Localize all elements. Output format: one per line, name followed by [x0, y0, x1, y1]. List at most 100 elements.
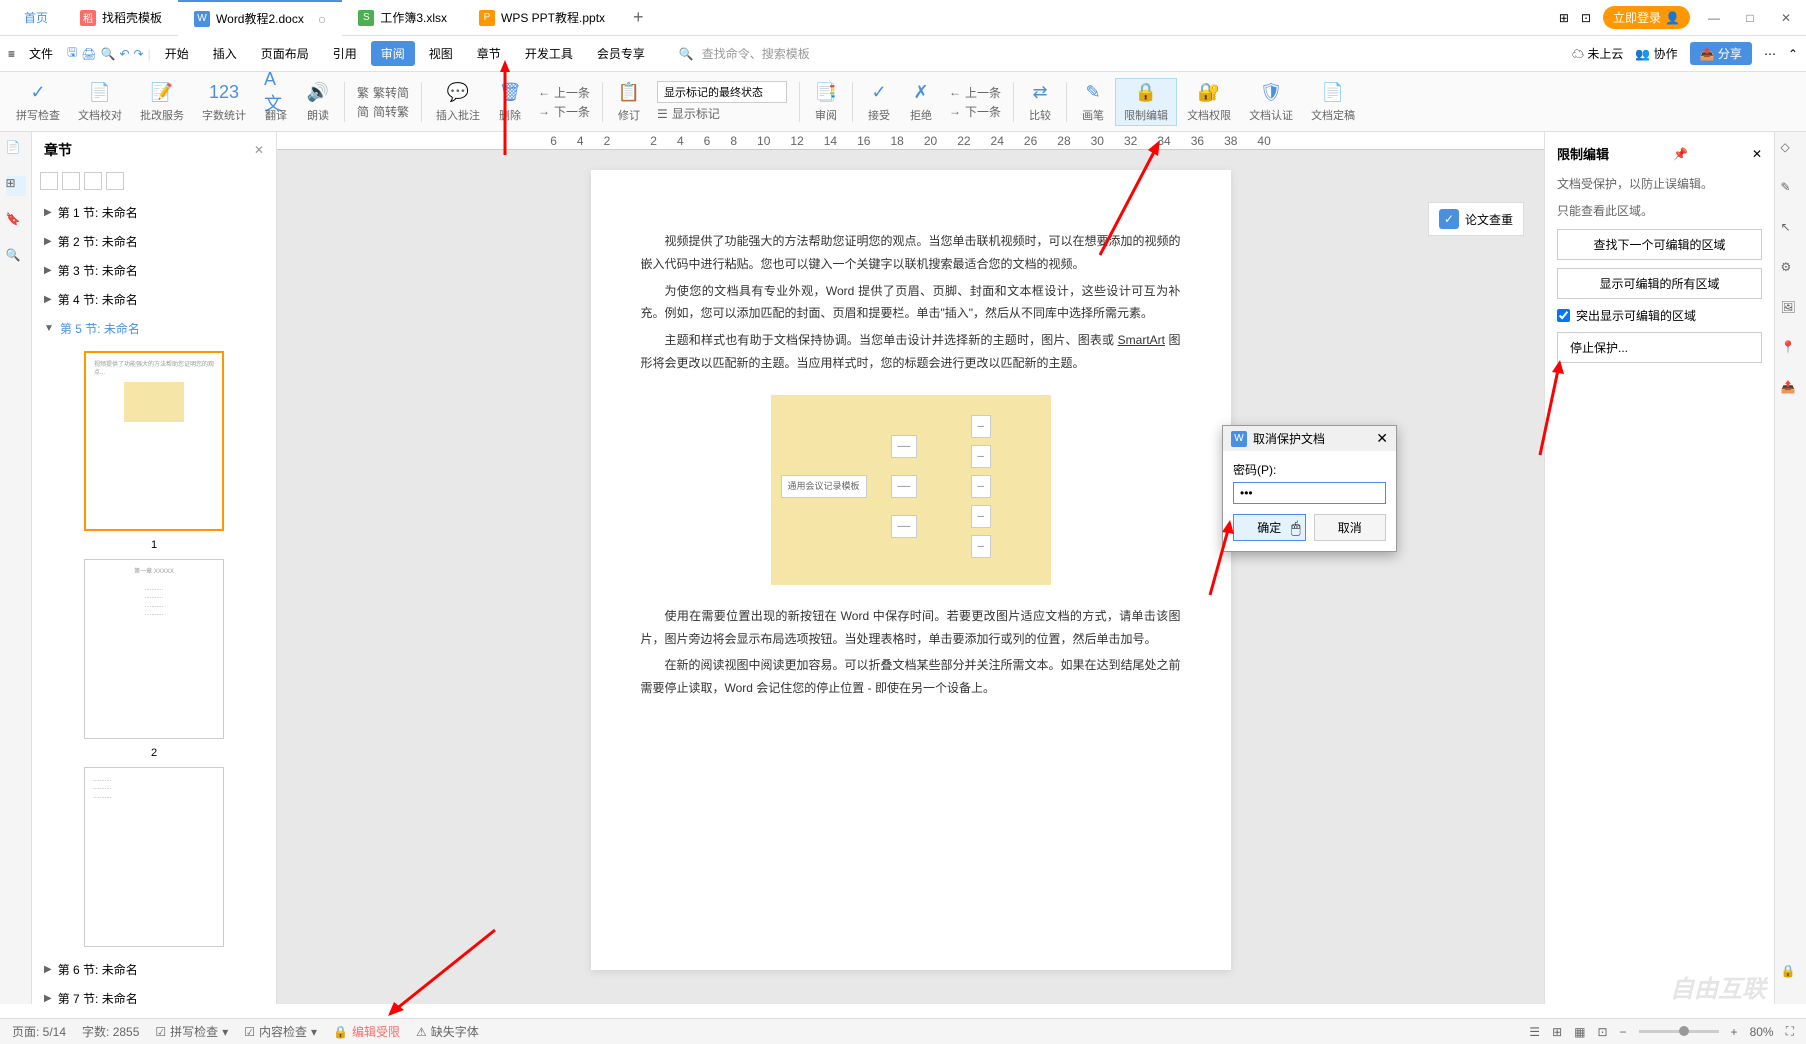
nav-tab-2[interactable] [62, 172, 80, 190]
nav-tab-3[interactable] [84, 172, 102, 190]
menu-start[interactable]: 开始 [155, 41, 199, 66]
apps-icon[interactable]: ⊡ [1581, 11, 1591, 25]
panel-close-icon[interactable]: ✕ [1752, 147, 1762, 161]
ribbon-comment[interactable]: 💬插入批注 [428, 79, 488, 125]
collab-button[interactable]: 👥 协作 [1635, 45, 1677, 62]
ribbon-review[interactable]: 📑审阅 [806, 79, 846, 125]
ribbon-markup[interactable]: 显示标记的最终状态 ☰显示标记 [651, 79, 793, 124]
chevron-up-icon[interactable]: ⌃ [1788, 47, 1798, 61]
maximize-button[interactable]: □ [1738, 11, 1762, 25]
ribbon-reject[interactable]: ✗拒绝 [901, 79, 941, 125]
outline-icon[interactable]: 📄 [6, 140, 26, 160]
thumb-2[interactable]: 第一章 XXXXX...............................… [84, 559, 224, 739]
ribbon-nav2[interactable]: ←上一条 →下一条 [943, 82, 1007, 122]
tab-home[interactable]: 首页 [8, 0, 64, 36]
menu-section[interactable]: 章节 [467, 41, 511, 66]
ribbon-certify[interactable]: 🛡文档认证 [1241, 79, 1301, 125]
grid-icon[interactable]: ⊞ [1559, 11, 1569, 25]
ribbon-accept[interactable]: ✓接受 [859, 79, 899, 125]
smartart-link[interactable]: SmartArt [1118, 333, 1165, 347]
status-spell[interactable]: ☑ 拼写检查 ▾ [155, 1023, 228, 1040]
ribbon-permissions[interactable]: 🔐文档权限 [1179, 79, 1239, 125]
close-button[interactable]: ✕ [1774, 11, 1798, 25]
fullscreen-icon[interactable]: ⛶ [1786, 1024, 1794, 1039]
zoom-slider[interactable] [1639, 1030, 1719, 1033]
minimize-button[interactable]: — [1702, 11, 1726, 25]
export-icon[interactable]: 📤 [1781, 380, 1801, 400]
view-mode-1-icon[interactable]: ☰ [1529, 1025, 1540, 1039]
status-page[interactable]: 页面: 5/14 [12, 1023, 66, 1040]
document-page[interactable]: 视频提供了功能强大的方法帮助您证明您的观点。当您单击联机视频时，可以在想要添加的… [591, 170, 1231, 970]
menu-devtools[interactable]: 开发工具 [515, 41, 583, 66]
menu-layout[interactable]: 页面布局 [251, 41, 319, 66]
nav-section-4[interactable]: ▶第 4 节: 未命名 [32, 285, 276, 314]
ribbon-proofread[interactable]: 📄文档校对 [70, 79, 130, 125]
zoom-level[interactable]: 80% [1750, 1025, 1774, 1039]
menu-insert[interactable]: 插入 [203, 41, 247, 66]
login-button[interactable]: 立即登录 👤 [1603, 6, 1690, 29]
redo-icon[interactable]: ↷ [134, 47, 144, 61]
menu-icon[interactable]: ≡ [8, 47, 15, 61]
ribbon-convert[interactable]: 繁繁转简 简简转繁 [351, 82, 415, 122]
cancel-button[interactable]: 取消 [1314, 514, 1387, 541]
stop-protection-button[interactable]: 停止保护... [1557, 332, 1762, 363]
search-rail-icon[interactable]: 🔍 [6, 248, 26, 268]
share-button[interactable]: 📤 分享 [1690, 42, 1752, 65]
ribbon-finalize[interactable]: 📄文档定稿 [1303, 79, 1363, 125]
cloud-status[interactable]: ☁ 未上云 [1572, 45, 1623, 62]
ribbon-restrict-edit[interactable]: 🔒限制编辑 [1115, 78, 1177, 126]
thumb-1[interactable]: 视频提供了功能强大的方法帮助您证明您的观点... [84, 351, 224, 531]
image-icon[interactable]: 🖼 [1781, 300, 1801, 320]
ribbon-correction[interactable]: 📝批改服务 [132, 79, 192, 125]
ribbon-delete[interactable]: 🗑删除 [490, 79, 530, 125]
more-icon[interactable]: ⋯ [1764, 47, 1776, 61]
ribbon-read[interactable]: 🔊朗读 [298, 79, 338, 125]
settings-icon[interactable]: ⚙ [1781, 260, 1801, 280]
thumb-3[interactable]: ................................. [84, 767, 224, 947]
nav-tab-4[interactable] [106, 172, 124, 190]
menu-review[interactable]: 审阅 [371, 41, 415, 66]
menu-member[interactable]: 会员专享 [587, 41, 655, 66]
status-missing-fonts[interactable]: ⚠ 缺失字体 [416, 1023, 479, 1040]
menu-reference[interactable]: 引用 [323, 41, 367, 66]
nav-section-3[interactable]: ▶第 3 节: 未命名 [32, 256, 276, 285]
ribbon-pen[interactable]: ✎画笔 [1073, 79, 1113, 125]
lock-rail-icon[interactable]: 🔒 [1781, 964, 1801, 984]
zoom-in-icon[interactable]: + [1731, 1025, 1738, 1039]
nav-close-icon[interactable]: ✕ [254, 143, 264, 157]
plagiarism-check-button[interactable]: ✓ 论文查重 [1428, 202, 1524, 236]
markup-dropdown[interactable]: 显示标记的最终状态 [657, 81, 787, 103]
print-icon[interactable]: 🖨 [81, 47, 96, 61]
sections-icon[interactable]: ⊞ [6, 176, 26, 196]
nav-tab-1[interactable] [40, 172, 58, 190]
bookmark-icon[interactable]: 🔖 [6, 212, 26, 232]
ribbon-spellcheck[interactable]: ✓拼写检查 [8, 79, 68, 125]
tab-excel[interactable]: S 工作簿3.xlsx [342, 0, 463, 36]
nav-section-5[interactable]: ▼第 5 节: 未命名 [32, 314, 276, 343]
status-restricted[interactable]: 🔒 编辑受限 [333, 1023, 400, 1040]
tab-ppt[interactable]: P WPS PPT教程.pptx [463, 0, 621, 36]
menu-view[interactable]: 视图 [419, 41, 463, 66]
ribbon-wordcount[interactable]: 123字数统计 [194, 79, 254, 125]
nav-section-6[interactable]: ▶第 6 节: 未命名 [32, 955, 276, 984]
zoom-out-icon[interactable]: − [1620, 1025, 1627, 1039]
nav-section-2[interactable]: ▶第 2 节: 未命名 [32, 227, 276, 256]
menu-file[interactable]: 文件 [19, 41, 63, 66]
save-icon[interactable]: 🖫 [67, 43, 77, 64]
checkbox-input[interactable] [1557, 309, 1570, 322]
diamond-icon[interactable]: ◇ [1781, 140, 1801, 160]
dialog-titlebar[interactable]: W 取消保护文档 ✕ [1223, 426, 1396, 451]
pin-icon[interactable]: 📌 [1673, 147, 1688, 161]
ribbon-track[interactable]: 📋修订 [609, 79, 649, 125]
view-mode-2-icon[interactable]: ⊞ [1552, 1025, 1562, 1039]
view-mode-4-icon[interactable]: ⊡ [1597, 1025, 1607, 1039]
pencil-icon[interactable]: ✎ [1781, 180, 1801, 200]
preview-icon[interactable]: 🔍 [101, 47, 116, 61]
undo-icon[interactable]: ↶ [119, 47, 129, 61]
nav-section-1[interactable]: ▶第 1 节: 未命名 [32, 198, 276, 227]
status-words[interactable]: 字数: 2855 [82, 1023, 139, 1040]
password-input[interactable] [1233, 482, 1386, 504]
ribbon-nav1[interactable]: ←上一条 →下一条 [532, 82, 596, 122]
highlight-editable-checkbox[interactable]: 突出显示可编辑的区域 [1557, 307, 1762, 324]
dialog-close-icon[interactable]: ✕ [1376, 430, 1388, 447]
